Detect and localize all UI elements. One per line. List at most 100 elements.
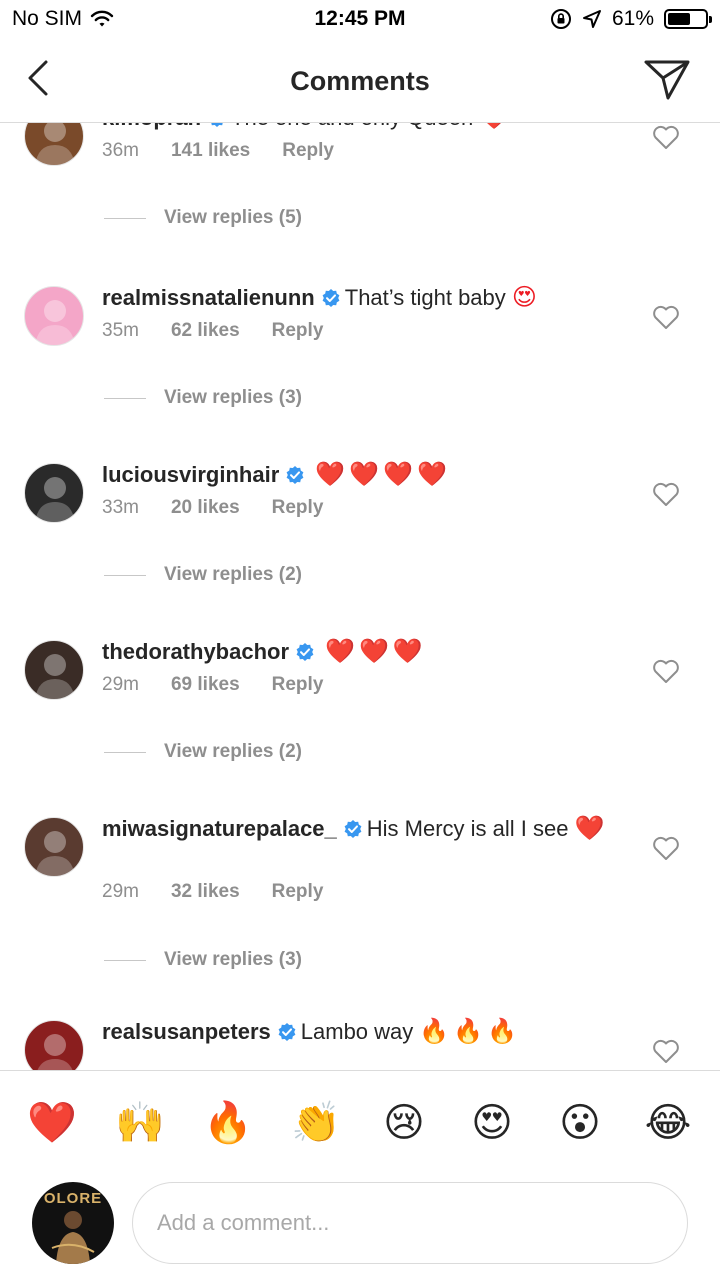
- view-replies-link[interactable]: View replies (2): [104, 564, 302, 586]
- replies-divider: [104, 574, 146, 576]
- comment-item: kimoprah The one and only Queen ❤️ 36m 141 …: [0, 122, 720, 282]
- paper-plane-icon[interactable]: [642, 54, 692, 104]
- comment-item: realsusanpeters Lambo way 🔥🔥🔥: [0, 1016, 720, 1070]
- view-replies-link[interactable]: View replies (3): [104, 387, 302, 409]
- comment-likes[interactable]: 62 likes: [171, 320, 240, 342]
- avatar[interactable]: [24, 640, 84, 700]
- heart-outline-icon[interactable]: [652, 1038, 680, 1064]
- quick-reactions-bar: ❤️ 🙌 🔥 👏 😢 😍 😮 😂: [0, 1070, 720, 1175]
- avatar[interactable]: [24, 1020, 84, 1070]
- verified-badge-icon: [344, 820, 362, 838]
- avatar[interactable]: [24, 286, 84, 346]
- reaction-emoji-button[interactable]: 😮: [550, 1093, 610, 1153]
- comment-text: luciousvirginhair ❤️❤️❤️❤️: [102, 459, 622, 490]
- page-title: Comments: [290, 66, 430, 96]
- view-replies-label[interactable]: View replies (2): [164, 564, 302, 586]
- orientation-lock-icon: [550, 9, 571, 29]
- status-bar: No SIM 12:45 PM 61%: [0, 0, 720, 40]
- comment-text: realsusanpeters Lambo way 🔥🔥🔥: [102, 1016, 622, 1047]
- comment-emoji: 😍: [511, 283, 541, 311]
- heart-outline-icon[interactable]: [652, 481, 680, 507]
- verified-badge-icon: [278, 1023, 296, 1041]
- comment-likes[interactable]: 32 likes: [171, 881, 240, 903]
- comment-emoji: ❤️: [574, 814, 609, 842]
- view-replies-link[interactable]: View replies (5): [104, 207, 302, 229]
- comment-text: miwasignaturepalace_ His Mercy is all I s…: [102, 813, 622, 844]
- reaction-emoji-button[interactable]: 👏: [286, 1093, 346, 1153]
- view-replies-link[interactable]: View replies (3): [104, 949, 302, 971]
- avatar-photo: [37, 1034, 73, 1070]
- comment-time: 29m: [102, 881, 139, 902]
- comment-composer: OLORE: [0, 1174, 720, 1280]
- reply-button[interactable]: Reply: [272, 320, 324, 342]
- comment-username[interactable]: realmissnatalienunn: [102, 285, 315, 310]
- comment-time: 35m: [102, 320, 139, 341]
- comment-item: miwasignaturepalace_ His Mercy is all I s…: [0, 813, 720, 993]
- comment-username[interactable]: thedorathybachor: [102, 639, 289, 664]
- comment-meta: 35m 62 likes Reply: [102, 320, 323, 342]
- reaction-emoji-button[interactable]: 🔥: [198, 1093, 258, 1153]
- comment-likes[interactable]: 69 likes: [171, 674, 240, 696]
- comment-message: His Mercy is all I see: [366, 816, 569, 841]
- heart-outline-icon[interactable]: [652, 658, 680, 684]
- avatar-figure: [51, 1211, 95, 1264]
- avatar[interactable]: [24, 463, 84, 523]
- comment-emoji: ❤️: [479, 122, 513, 131]
- verified-badge-icon: [322, 289, 340, 307]
- navigation-bar: Comments: [0, 40, 720, 123]
- verified-badge-icon: [286, 466, 304, 484]
- view-replies-label[interactable]: View replies (3): [164, 949, 302, 971]
- comment-emoji: ❤️❤️❤️: [325, 637, 427, 665]
- view-replies-label[interactable]: View replies (5): [164, 207, 302, 229]
- comment-text: thedorathybachor ❤️❤️❤️: [102, 636, 622, 667]
- comment-emoji: 🔥🔥🔥: [419, 1017, 522, 1045]
- heart-outline-icon[interactable]: [652, 304, 680, 330]
- replies-divider: [104, 217, 146, 219]
- replies-divider: [104, 397, 146, 399]
- comment-username[interactable]: kimoprah: [102, 122, 201, 130]
- reply-button[interactable]: Reply: [272, 881, 324, 903]
- comment-emoji: ❤️❤️❤️❤️: [315, 460, 451, 488]
- comment-item: realmissnatalienunn That’s tight baby 😍 35…: [0, 282, 720, 462]
- battery-level: [668, 13, 690, 25]
- comment-likes[interactable]: 20 likes: [171, 497, 240, 519]
- avatar-photo: [35, 300, 75, 345]
- reply-button[interactable]: Reply: [272, 497, 324, 519]
- comment-time: 36m: [102, 140, 139, 161]
- avatar-photo: [35, 831, 75, 876]
- view-replies-link[interactable]: View replies (2): [104, 741, 302, 763]
- reaction-emoji-button[interactable]: 😢: [374, 1093, 434, 1153]
- avatar[interactable]: OLORE: [32, 1182, 114, 1264]
- reply-button[interactable]: Reply: [282, 140, 334, 162]
- view-replies-label[interactable]: View replies (3): [164, 387, 302, 409]
- avatar[interactable]: [24, 122, 84, 166]
- heart-outline-icon[interactable]: [652, 124, 680, 150]
- comment-meta: 29m 69 likes Reply: [102, 674, 323, 696]
- comments-list[interactable]: kimoprah The one and only Queen ❤️ 36m 141 …: [0, 122, 720, 1070]
- avatar-photo: [35, 122, 75, 165]
- heart-outline-icon[interactable]: [652, 835, 680, 861]
- comment-username[interactable]: luciousvirginhair: [102, 462, 279, 487]
- comment-text: kimoprah The one and only Queen ❤️: [102, 122, 622, 133]
- location-arrow-icon: [582, 10, 601, 28]
- comment-message: The one and only Queen: [231, 122, 473, 130]
- reply-button[interactable]: Reply: [272, 674, 324, 696]
- comment-username[interactable]: miwasignaturepalace_: [102, 816, 337, 841]
- comment-meta: 33m 20 likes Reply: [102, 497, 323, 519]
- avatar[interactable]: [24, 817, 84, 877]
- comment-message: Lambo way: [300, 1019, 414, 1044]
- reaction-emoji-button[interactable]: 🙌: [110, 1093, 170, 1153]
- comment-input[interactable]: [132, 1182, 688, 1264]
- reaction-emoji-button[interactable]: 😍: [462, 1093, 522, 1153]
- comment-meta: 36m 141 likes Reply: [102, 140, 334, 162]
- comment-message: That’s tight baby: [344, 285, 506, 310]
- comment-likes[interactable]: 141 likes: [171, 140, 250, 162]
- reaction-emoji-button[interactable]: ❤️: [22, 1093, 82, 1153]
- reaction-emoji-button[interactable]: 😂: [638, 1093, 698, 1153]
- comment-time: 29m: [102, 674, 139, 695]
- replies-divider: [104, 959, 146, 961]
- view-replies-label[interactable]: View replies (2): [164, 741, 302, 763]
- comment-username[interactable]: realsusanpeters: [102, 1019, 271, 1044]
- comment-item: luciousvirginhair ❤️❤️❤️❤️ 33m 20 likes Rep…: [0, 459, 720, 639]
- battery-icon: [664, 9, 712, 29]
